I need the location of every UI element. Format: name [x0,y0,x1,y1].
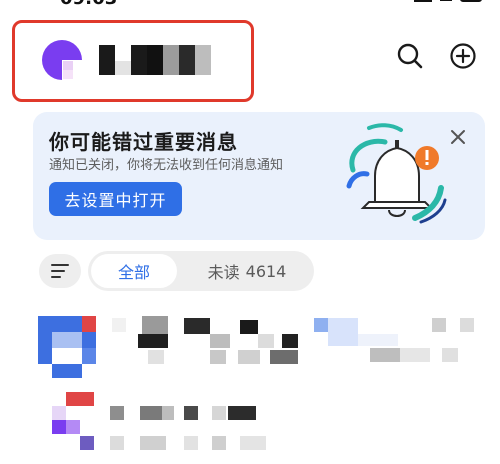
plus-circle-icon [450,43,476,69]
signal-icon [414,0,432,2]
notice-description: 通知已关闭，你将无法收到任何消息通知 [49,158,284,173]
wifi-icon [440,0,452,1]
notice-title: 你可能错过重要消息 [49,130,238,154]
battery-icon [460,0,482,2]
list-item[interactable] [0,312,500,378]
username-redacted [99,45,211,75]
avatar [38,316,96,378]
close-icon [451,130,465,144]
close-notice-button[interactable] [445,124,471,150]
avatar [44,392,98,452]
filter-menu-icon [51,264,69,278]
search-button[interactable] [394,40,426,72]
tab-unread[interactable]: 未读 4614 [186,254,308,288]
avatar [42,40,83,81]
search-icon [397,43,423,69]
add-button[interactable] [447,40,479,72]
list-item[interactable] [0,392,500,452]
tab-all[interactable]: 全部 [91,254,177,288]
open-settings-button[interactable]: 去设置中打开 [49,182,182,216]
profile-area[interactable] [12,20,254,102]
tab-all-label: 全部 [117,263,150,282]
message-filter-tabs: 全部 未读 4614 [88,251,314,291]
tab-unread-label: 未读 [207,263,240,282]
unread-count: 4614 [245,261,287,281]
messages-screen: 09:03 [0,0,500,464]
notification-warning-card: 你可能错过重要消息 通知已关闭，你将无法收到任何消息通知 去设置中打开 [33,112,485,240]
status-time: 09:03 [60,0,117,9]
filter-menu-button[interactable] [39,254,81,288]
bell-alert-icon [346,123,447,224]
status-icons [414,0,482,2]
